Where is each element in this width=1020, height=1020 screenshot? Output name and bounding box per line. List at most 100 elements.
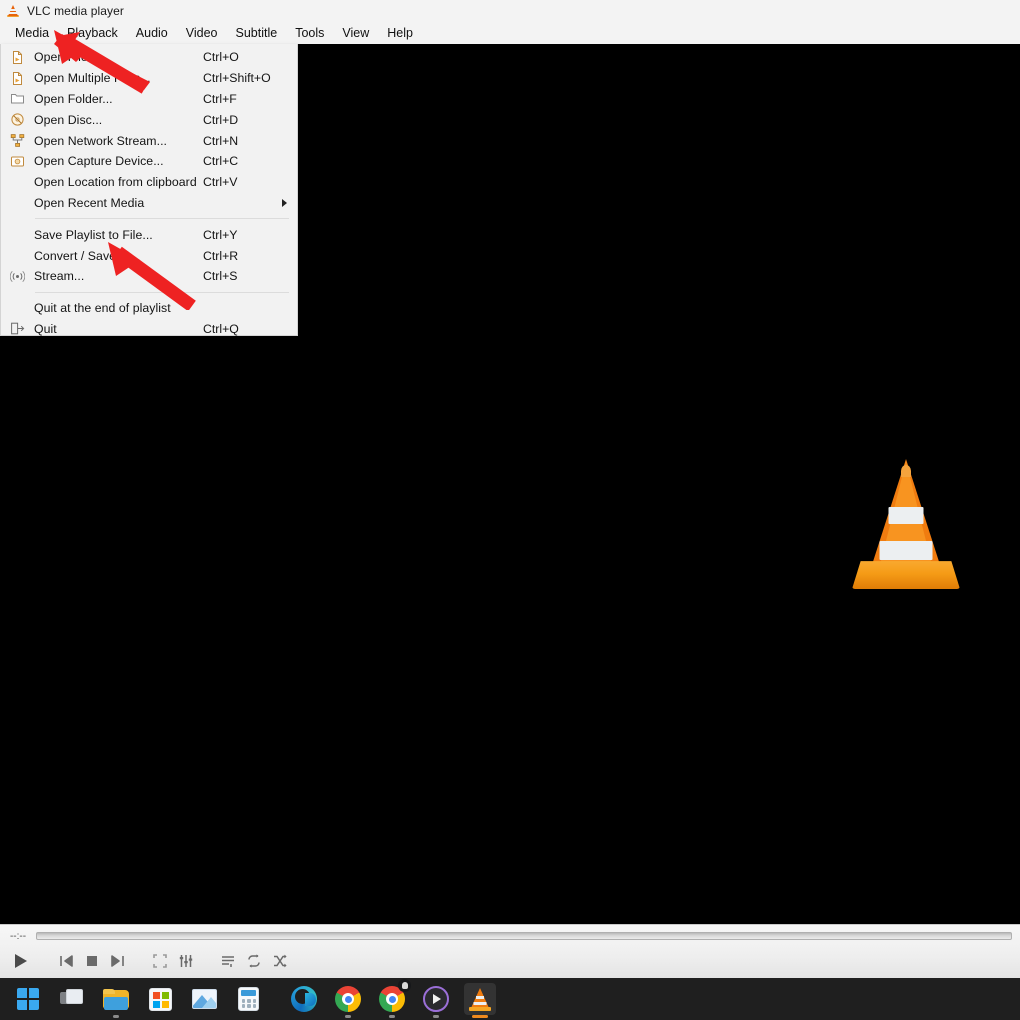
- vlc-media-player-window: VLC media player Media Playback Audio Vi…: [0, 0, 1020, 1020]
- menu-media[interactable]: Media: [6, 24, 58, 42]
- menu-item-open-recent-media[interactable]: Open Recent Media: [1, 193, 297, 214]
- menu-label: Quit: [34, 321, 57, 336]
- menu-label: Open Multiple Files...: [34, 71, 151, 86]
- menu-item-open-location-from-clipboard[interactable]: Open Location from clipboard Ctrl+V: [1, 172, 297, 193]
- file-icon: [1, 50, 34, 65]
- windows-logo-icon: [17, 988, 39, 1010]
- menu-separator: [35, 291, 289, 293]
- menu-item-save-playlist-to-file[interactable]: Save Playlist to File... Ctrl+Y: [1, 224, 297, 245]
- menu-label: Stream...: [34, 269, 85, 284]
- fullscreen-button[interactable]: [148, 949, 172, 973]
- shuffle-button[interactable]: [268, 949, 292, 973]
- photos-icon: [191, 989, 217, 1009]
- menu-item-open-file[interactable]: Open File... Ctrl+O: [1, 47, 297, 68]
- chrome-icon: [335, 986, 361, 1012]
- fullscreen-icon: [152, 953, 168, 969]
- menu-label: Open File...: [34, 50, 99, 65]
- next-button[interactable]: [106, 949, 130, 973]
- calculator-button[interactable]: [232, 983, 264, 1015]
- media-player-icon: [423, 986, 449, 1012]
- menu-tools[interactable]: Tools: [286, 24, 333, 42]
- menu-item-open-multiple-files[interactable]: Open Multiple Files... Ctrl+Shift+O: [1, 68, 297, 89]
- title-bar: VLC media player: [0, 0, 1020, 22]
- shuffle-icon: [272, 953, 288, 969]
- menu-accel: Ctrl+R: [203, 248, 239, 263]
- vlc-button[interactable]: [464, 983, 496, 1018]
- menu-accel: Ctrl+Y: [203, 227, 238, 242]
- previous-icon: [58, 953, 74, 969]
- window-title: VLC media player: [27, 4, 124, 18]
- play-icon: [10, 951, 30, 971]
- menu-item-open-capture-device[interactable]: Open Capture Device... Ctrl+C: [1, 151, 297, 172]
- menu-item-quit[interactable]: Quit Ctrl+Q: [1, 319, 297, 340]
- vlc-cone-icon: [468, 987, 492, 1011]
- menu-label: Open Folder...: [34, 91, 113, 106]
- menu-separator: [35, 218, 289, 220]
- menu-item-quit-at-end-of-playlist[interactable]: Quit at the end of playlist: [1, 298, 297, 319]
- menu-item-open-network-stream[interactable]: Open Network Stream... Ctrl+N: [1, 130, 297, 151]
- notification-badge-icon: [398, 979, 411, 992]
- player-control-bar: --:--: [0, 924, 1020, 978]
- chrome-secondary-button[interactable]: [376, 979, 411, 1018]
- menu-item-stream[interactable]: Stream... Ctrl+S: [1, 266, 297, 287]
- menu-help[interactable]: Help: [378, 24, 422, 42]
- menu-label: Quit at the end of playlist: [34, 301, 171, 316]
- running-indicator: [433, 1015, 439, 1018]
- seek-row: --:--: [0, 928, 1020, 944]
- seek-slider[interactable]: [36, 932, 1012, 940]
- loop-button[interactable]: [242, 949, 266, 973]
- menu-accel: Ctrl+S: [203, 269, 238, 284]
- disc-icon: [1, 112, 34, 127]
- file-icon: [1, 71, 34, 86]
- file-explorer-button[interactable]: [100, 983, 132, 1018]
- store-icon: [148, 987, 172, 1011]
- broadcast-icon: [1, 269, 34, 284]
- menu-audio[interactable]: Audio: [127, 24, 177, 42]
- menu-label: Open Capture Device...: [34, 154, 164, 169]
- photos-button[interactable]: [188, 983, 220, 1015]
- exit-icon: [1, 321, 34, 336]
- active-indicator: [472, 1015, 488, 1018]
- menu-item-open-disc[interactable]: Open Disc... Ctrl+D: [1, 109, 297, 130]
- equalizer-button[interactable]: [174, 949, 198, 973]
- menu-accel: Ctrl+C: [203, 154, 239, 169]
- playlist-icon: [220, 953, 236, 969]
- calculator-icon: [237, 987, 259, 1011]
- menu-view[interactable]: View: [333, 24, 378, 42]
- menu-accel: Ctrl+Shift+O: [203, 71, 271, 86]
- task-view-button[interactable]: [56, 983, 88, 1015]
- menu-accel: Ctrl+O: [203, 50, 239, 65]
- menu-accel: Ctrl+F: [203, 91, 237, 106]
- media-dropdown-menu: Open File... Ctrl+O Open Multiple Files.…: [0, 44, 298, 336]
- menu-label: Convert / Save...: [34, 248, 127, 263]
- microsoft-store-button[interactable]: [144, 983, 176, 1015]
- previous-button[interactable]: [54, 949, 78, 973]
- folder-icon: [1, 91, 34, 106]
- media-player-button[interactable]: [420, 983, 452, 1018]
- menu-playback[interactable]: Playback: [58, 24, 127, 42]
- menu-accel: Ctrl+N: [203, 133, 239, 148]
- edge-button[interactable]: [288, 983, 320, 1015]
- menu-item-convert-save[interactable]: Convert / Save... Ctrl+R: [1, 245, 297, 266]
- vlc-cone-logo: [852, 459, 960, 589]
- menu-label: Save Playlist to File...: [34, 227, 153, 242]
- running-indicator: [113, 1015, 119, 1018]
- windows-taskbar: [0, 978, 1020, 1020]
- chrome-button[interactable]: [332, 983, 364, 1018]
- chevron-right-icon: [282, 198, 287, 207]
- start-button[interactable]: [12, 983, 44, 1015]
- vlc-cone-icon: [6, 4, 20, 18]
- stop-button[interactable]: [80, 949, 104, 973]
- capture-device-icon: [1, 154, 34, 169]
- menu-label: Open Recent Media: [34, 195, 145, 210]
- running-indicator: [389, 1015, 395, 1018]
- menu-label: Open Network Stream...: [34, 133, 167, 148]
- play-button[interactable]: [6, 947, 34, 975]
- playlist-button[interactable]: [216, 949, 240, 973]
- menu-subtitle[interactable]: Subtitle: [227, 24, 287, 42]
- folder-icon: [103, 988, 129, 1010]
- menu-item-open-folder[interactable]: Open Folder... Ctrl+F: [1, 89, 297, 110]
- menu-accel: Ctrl+V: [203, 175, 238, 190]
- equalizer-icon: [178, 953, 194, 969]
- menu-video[interactable]: Video: [177, 24, 227, 42]
